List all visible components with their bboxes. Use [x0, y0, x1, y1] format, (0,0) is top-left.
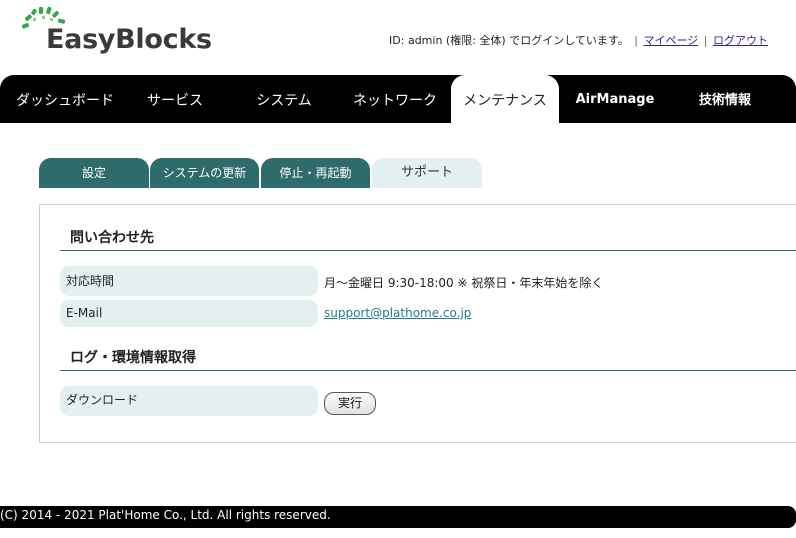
- section-title-contact: 問い合わせ先: [60, 223, 796, 251]
- nav-dashboard[interactable]: ダッシュボード: [6, 75, 124, 123]
- hours-value: 月～金曜日 9:30-18:00 ※ 祝祭日・年末年始を除く: [324, 276, 604, 290]
- copyright: (C) 2014 - 2021 Plat'Home Co., Ltd. All …: [0, 508, 331, 522]
- nav-tech-info[interactable]: 技術情報: [676, 75, 774, 123]
- main-nav: ダッシュボード サービス システム ネットワーク メンテナンス AirManag…: [0, 75, 796, 123]
- tab-stop-restart[interactable]: 停止・再起動: [261, 158, 370, 188]
- logo-text: EasyBlocks: [46, 24, 212, 55]
- nav-network[interactable]: ネットワーク: [340, 75, 450, 123]
- section-title-log: ログ・環境情報取得: [60, 343, 796, 371]
- user-bar: ID: admin (権限: 全体) でログインしています。 | マイページ |…: [389, 32, 768, 48]
- mypage-link[interactable]: マイページ: [644, 34, 699, 47]
- footer: (C) 2014 - 2021 Plat'Home Co., Ltd. All …: [0, 506, 796, 528]
- nav-airmanage[interactable]: AirManage: [566, 75, 664, 123]
- email-value: support@plathome.co.jp: [324, 306, 471, 320]
- tab-system-update[interactable]: システムの更新: [150, 158, 259, 188]
- nav-system[interactable]: システム: [232, 75, 336, 123]
- separator: |: [703, 34, 708, 47]
- login-info: ID: admin (権限: 全体) でログインしています。: [389, 34, 629, 47]
- email-label: E-Mail: [60, 300, 318, 327]
- hours-label: 対応時間: [60, 266, 318, 296]
- support-panel: 問い合わせ先 対応時間 月～金曜日 9:30-18:00 ※ 祝祭日・年末年始を…: [39, 204, 796, 443]
- email-link[interactable]: support@plathome.co.jp: [324, 306, 471, 320]
- execute-button[interactable]: 実行: [324, 392, 376, 415]
- tab-support[interactable]: サポート: [372, 158, 482, 188]
- nav-service[interactable]: サービス: [124, 75, 226, 123]
- download-label: ダウンロード: [60, 386, 318, 416]
- nav-maintenance[interactable]: メンテナンス: [451, 75, 559, 123]
- logout-link[interactable]: ログアウト: [713, 34, 768, 47]
- tab-settings[interactable]: 設定: [39, 158, 149, 188]
- separator: |: [634, 34, 638, 47]
- logo: EasyBlocks: [18, 4, 218, 64]
